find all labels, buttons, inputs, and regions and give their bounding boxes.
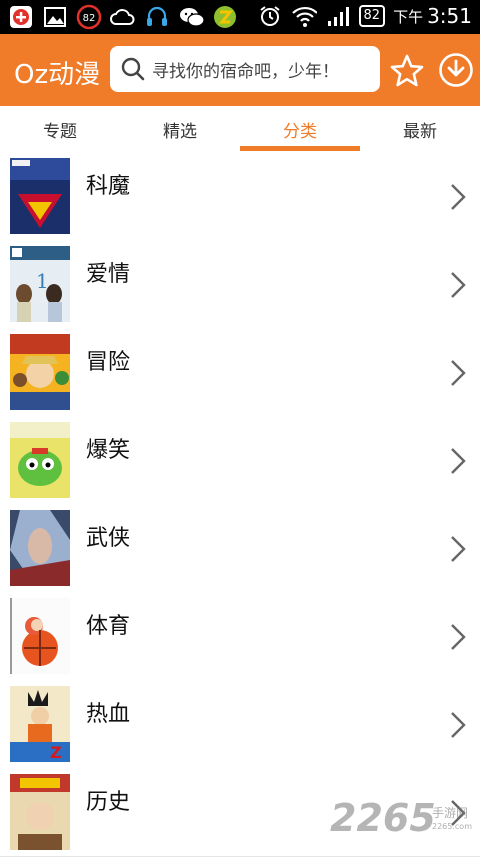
chevron-right-icon (451, 448, 466, 474)
chevron-right-icon (451, 184, 466, 210)
status-bar: 82 82 下午 3:51 (0, 0, 480, 34)
martial-cover-thumbnail (10, 510, 70, 586)
list-item[interactable]: 体育 (0, 592, 480, 681)
chevron-right-icon (451, 624, 466, 650)
category-label: 科魔 (86, 174, 131, 199)
search-icon (121, 57, 145, 81)
history-cover-thumbnail (10, 774, 70, 850)
sports-cover-thumbnail (10, 598, 70, 674)
active-tab-indicator (240, 146, 360, 151)
system-icons: 82 下午 3:51 (257, 3, 472, 29)
search-placeholder: 寻找你的宿命吧，少年！ (152, 61, 339, 82)
list-item[interactable]: 1 爱情 (0, 240, 480, 329)
app-notification-icon (8, 4, 34, 30)
category-label: 爆笑 (86, 438, 131, 463)
am-pm-label: 下午 (393, 7, 424, 26)
app-logo[interactable]: Oz动漫 (14, 54, 100, 91)
chevron-right-icon (451, 272, 466, 298)
watermark: 2265 手游网 2265.com (330, 796, 480, 848)
category-label: 热血 (86, 702, 131, 727)
headset-icon (144, 4, 170, 30)
notification-icons: 82 (8, 4, 238, 30)
image-icon (42, 4, 68, 30)
watermark-url: 2265.com (432, 822, 472, 831)
onepiece-cover-thumbnail (10, 334, 70, 410)
category-label: 武侠 (86, 526, 131, 551)
list-item[interactable]: 冒险 (0, 328, 480, 417)
category-label: 爱情 (86, 262, 131, 287)
category-label: 历史 (86, 790, 131, 815)
list-item[interactable]: 武侠 (0, 504, 480, 593)
chevron-right-icon (451, 712, 466, 738)
list-item[interactable]: 爆笑 (0, 416, 480, 505)
chevron-right-icon (451, 360, 466, 386)
battery-indicator: 82 (358, 5, 386, 27)
chevron-right-icon (451, 536, 466, 562)
svg-text:1: 1 (36, 269, 49, 293)
watermark-brand: 2265 (330, 796, 436, 840)
wechat-icon (178, 4, 204, 30)
favorites-star-icon[interactable] (390, 54, 424, 88)
wifi-icon (291, 3, 317, 29)
signal-icon (325, 3, 351, 29)
tab-topics[interactable]: 专题 (0, 106, 120, 152)
svg-text:Z: Z (50, 743, 62, 762)
watermark-sub: 手游网 (432, 806, 469, 820)
tab-latest[interactable]: 最新 (360, 106, 480, 152)
category-label: 冒险 (86, 350, 131, 375)
badge-icon: 82 (76, 4, 102, 30)
romance-cover-thumbnail: 1 (10, 246, 70, 322)
list-item[interactable]: Z 热血 (0, 680, 480, 769)
download-icon[interactable] (438, 52, 474, 88)
superman-cover-thumbnail (10, 158, 70, 234)
dragonball-cover-thumbnail: Z (10, 686, 70, 762)
keroro-cover-thumbnail (10, 422, 70, 498)
app-bar: Oz动漫 寻找你的宿命吧，少年！ (0, 34, 480, 106)
alarm-icon (257, 3, 283, 29)
tab-featured[interactable]: 精选 (120, 106, 240, 152)
clock: 3:51 (427, 4, 472, 28)
search-box[interactable]: 寻找你的宿命吧，少年！ (110, 46, 380, 92)
svg-text:82: 82 (83, 13, 96, 24)
cloud-icon (110, 4, 136, 30)
category-label: 体育 (86, 614, 131, 639)
game-icon (212, 4, 238, 30)
list-item[interactable]: 科魔 (0, 152, 480, 241)
